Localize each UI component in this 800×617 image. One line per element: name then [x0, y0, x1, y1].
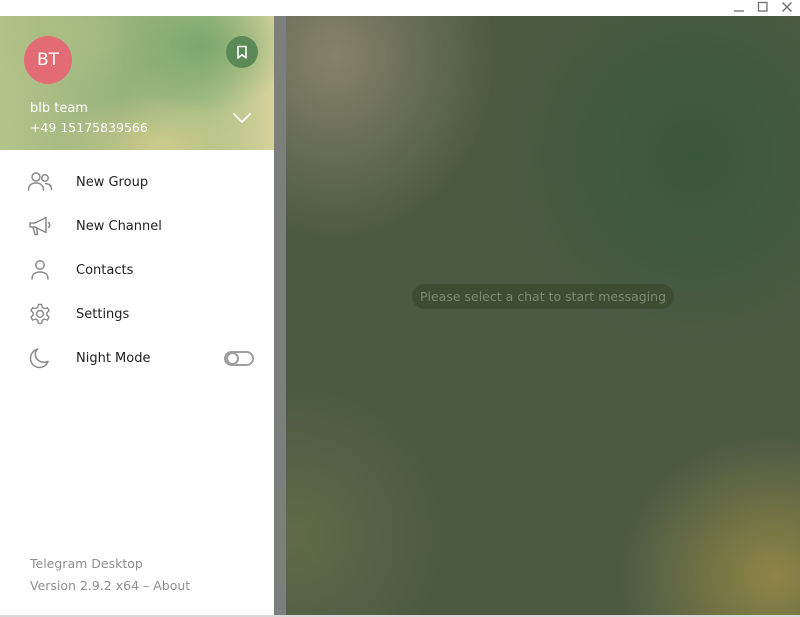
menu-item-new-channel[interactable]: New Channel — [0, 204, 274, 248]
close-button[interactable] — [776, 0, 798, 14]
menu-item-contacts[interactable]: Contacts — [0, 248, 274, 292]
menu-item-night-mode[interactable]: Night Mode — [0, 336, 274, 380]
chat-background — [274, 16, 800, 616]
menu-item-label: Night Mode — [76, 350, 151, 366]
account-name: blb team — [30, 101, 88, 116]
megaphone-icon — [27, 214, 53, 238]
app-version: Version 2.9.2 x64 – About — [30, 578, 190, 593]
menu-item-label: New Group — [76, 174, 149, 190]
account-phone: +49 15175839566 — [30, 120, 148, 135]
version-text: Version 2.9.2 x64 – — [30, 578, 154, 593]
account-switcher-button[interactable] — [230, 108, 254, 128]
title-bar — [0, 0, 800, 16]
chevron-down-icon — [233, 113, 251, 123]
empty-chat-message: Please select a chat to start messaging — [412, 284, 674, 309]
avatar[interactable]: BT — [24, 36, 72, 84]
maximize-icon — [757, 1, 768, 12]
new-group-icon — [27, 170, 53, 194]
menu-item-label: Settings — [76, 306, 130, 322]
maximize-button[interactable] — [752, 0, 774, 14]
toggle-knob — [226, 352, 239, 365]
account-header: BT blb team +49 15175839566 — [0, 16, 274, 150]
about-link[interactable]: About — [153, 578, 190, 593]
minimize-icon — [734, 10, 744, 12]
minimize-button[interactable] — [728, 0, 750, 14]
night-mode-toggle[interactable] — [224, 351, 254, 366]
person-icon — [27, 258, 53, 282]
menu-item-new-group[interactable]: New Group — [0, 160, 274, 204]
menu-item-settings[interactable]: Settings — [0, 292, 274, 336]
avatar-initials: BT — [36, 50, 60, 70]
app-name: Telegram Desktop — [30, 556, 143, 571]
moon-icon — [27, 346, 53, 370]
menu-item-label: New Channel — [76, 218, 162, 234]
drawer-shadow-divider — [274, 16, 286, 616]
bookmark-icon — [237, 45, 247, 59]
close-icon — [782, 2, 792, 12]
main-menu: New Group New Channel Contacts Settings … — [0, 160, 274, 380]
saved-messages-button[interactable] — [226, 36, 258, 68]
main-menu-drawer: BT blb team +49 15175839566 New Group Ne… — [0, 16, 274, 615]
menu-item-label: Contacts — [76, 262, 134, 278]
gear-icon — [27, 302, 53, 326]
